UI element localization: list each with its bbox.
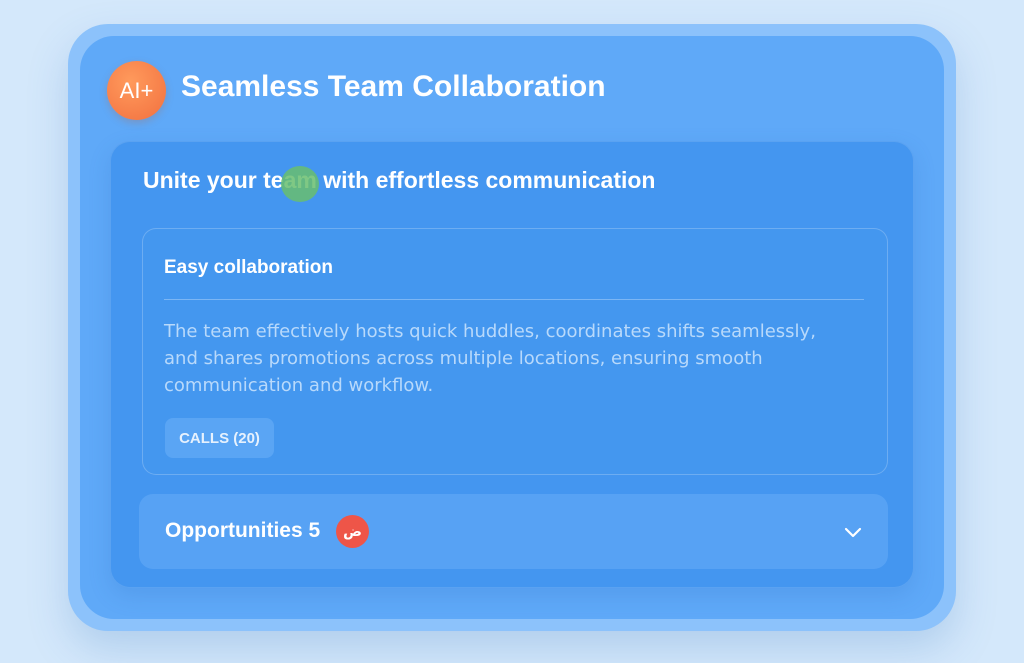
notification-badge: ض xyxy=(336,515,369,548)
app-logo: AI+ xyxy=(107,61,166,120)
calls-chip[interactable]: CALLS (20) xyxy=(165,418,274,458)
cursor-dot xyxy=(281,166,319,202)
panel-heading: Unite your team with effortless communic… xyxy=(143,167,656,193)
feature-description: The team effectively hosts quick huddles… xyxy=(164,321,816,396)
page-title: Seamless Team Collaboration xyxy=(181,70,606,103)
chevron-down-icon[interactable] xyxy=(843,522,863,542)
opportunities-label: Opportunities 5 xyxy=(165,519,321,542)
feature-title: Easy collaboration xyxy=(164,257,333,278)
divider xyxy=(164,299,864,300)
